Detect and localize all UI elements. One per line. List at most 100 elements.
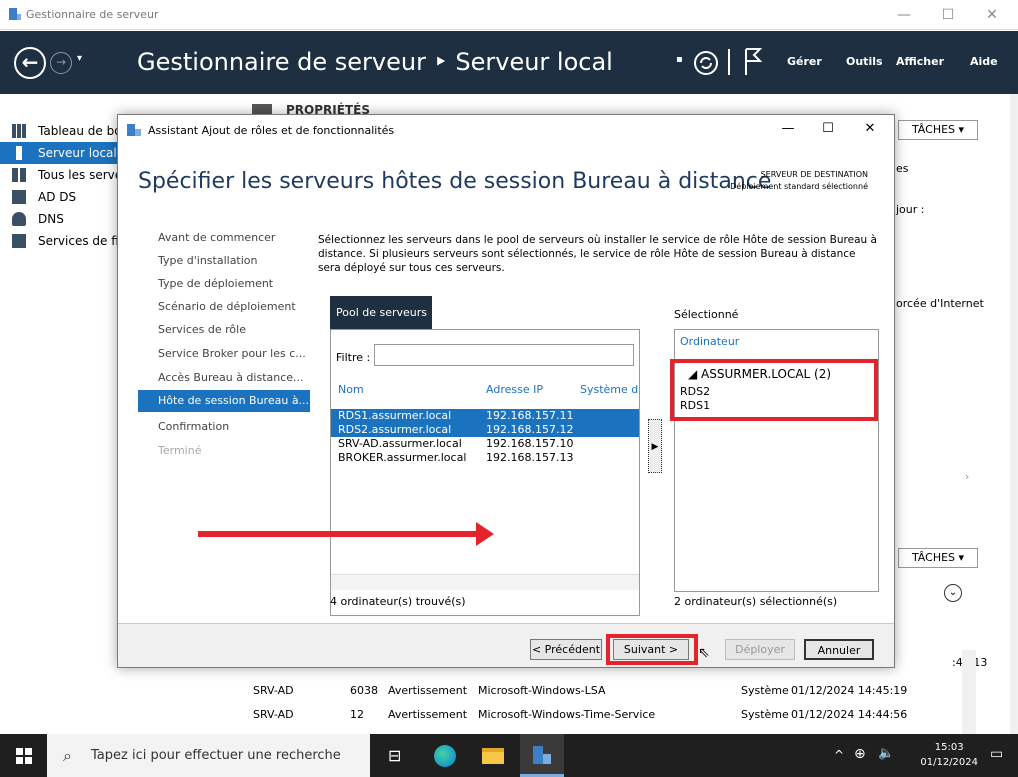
window-titlebar: Gestionnaire de serveur — ☐ ✕ (0, 0, 1018, 30)
nav-item-dns[interactable]: DNS (0, 208, 128, 230)
file-explorer-icon[interactable] (482, 748, 504, 764)
menu-afficher[interactable]: Afficher (896, 55, 944, 68)
step-confirmation[interactable]: Confirmation (158, 420, 229, 433)
tray-chevron-icon[interactable]: ^ (834, 748, 844, 762)
column-computer[interactable]: Ordinateur (680, 335, 739, 348)
column-os[interactable]: Système d (580, 383, 638, 396)
event-row[interactable]: SRV-AD 12 Avertissement Microsoft-Window… (245, 704, 965, 726)
highlight-box (670, 359, 878, 421)
server-name: SRV-AD.assurmer.local (338, 437, 462, 450)
scroll-right-icon[interactable]: › (965, 470, 969, 483)
event-row[interactable]: SRV-AD 6038 Avertissement Microsoft-Wind… (245, 680, 965, 702)
system-clock[interactable]: 15:03 01/12/2024 (920, 740, 978, 770)
dialog-maximize-button[interactable]: ☐ (808, 115, 848, 143)
server-row[interactable]: RDS1.assurmer.local 192.168.157.11 (331, 409, 639, 423)
step-role-services[interactable]: Services de rôle (158, 323, 246, 336)
server-pool-panel (330, 329, 640, 616)
nav-item-dashboard[interactable]: Tableau de bord (0, 120, 128, 142)
server-manager-taskbar-icon (533, 746, 551, 764)
nav-item-ad-ds[interactable]: AD DS (0, 186, 128, 208)
column-name[interactable]: Nom (338, 383, 364, 396)
event-date: 01/12/2024 14:44:56 (791, 708, 908, 721)
back-arrow-icon[interactable]: ← (14, 47, 46, 79)
forward-arrow-icon[interactable]: → (50, 52, 72, 74)
chevron-down-icon[interactable]: ▪ (676, 54, 683, 65)
step-installation-type[interactable]: Type d'installation (158, 254, 258, 267)
event-level: Avertissement (388, 708, 468, 721)
windows-start-icon[interactable] (16, 748, 32, 764)
notification-center-icon[interactable]: ▭ (990, 746, 1003, 762)
volume-muted-icon[interactable]: 🔈 (878, 746, 894, 761)
selected-count: 2 ordinateur(s) sélectionné(s) (674, 595, 838, 608)
dest-label: SERVEUR DE DESTINATION (760, 170, 868, 179)
event-source: Microsoft-Windows-Time-Service (478, 708, 656, 721)
event-id: 6038 (350, 684, 378, 697)
dialog-minimize-button[interactable]: — (768, 115, 808, 143)
minimize-button[interactable]: — (882, 0, 926, 30)
server-row[interactable]: BROKER.assurmer.local 192.168.157.13 (331, 451, 639, 465)
history-dropdown-icon[interactable]: ▾ (77, 53, 82, 64)
cancel-button[interactable]: Annuler (804, 639, 874, 660)
server-name: RDS1.assurmer.local (338, 409, 452, 422)
next-highlight-box (606, 634, 698, 665)
server-ip: 192.168.157.10 (486, 437, 574, 450)
maximize-button[interactable]: ☐ (926, 0, 970, 30)
taskbar-search-box[interactable]: ⌕ Tapez ici pour effectuer une recherche (47, 734, 370, 777)
step-deployment-type[interactable]: Type de déploiement (158, 277, 273, 290)
nav-item-file-services[interactable]: Services de fichiers (0, 230, 128, 252)
header-divider (728, 49, 730, 75)
red-arrow-head-icon (476, 522, 494, 546)
ad-ds-icon (12, 190, 26, 204)
close-button[interactable]: ✕ (970, 0, 1014, 30)
pool-horizontal-scrollbar[interactable] (331, 574, 639, 590)
event-date: 01/12/2024 14:45:19 (791, 684, 908, 697)
menu-outils[interactable]: Outils (846, 55, 883, 68)
clock-date: 01/12/2024 (920, 757, 978, 768)
step-before-you-begin[interactable]: Avant de commencer (158, 231, 275, 244)
breadcrumb: Gestionnaire de serveur ‣ Serveur local (137, 48, 613, 76)
dest-value: Déploiement standard sélectionné (730, 182, 868, 191)
main-scrollbar[interactable] (1010, 94, 1018, 734)
props-text-2: jour : (896, 203, 925, 216)
step-connection-broker[interactable]: Service Broker pour les c... (158, 347, 306, 360)
expand-circle-icon[interactable]: ⌄ (944, 584, 962, 602)
tasks-dropdown-top[interactable]: TÂCHES ▾ (898, 120, 978, 140)
server-ip: 192.168.157.11 (486, 409, 574, 422)
step-session-host[interactable]: Hôte de session Bureau à... (138, 390, 310, 412)
refresh-icon[interactable] (692, 49, 720, 77)
nav-item-all-servers[interactable]: Tous les serveurs (0, 164, 128, 186)
selected-label: Sélectionné (674, 308, 739, 321)
dialog-close-button[interactable]: ✕ (850, 115, 890, 143)
previous-button[interactable]: < Précédent (530, 639, 602, 660)
server-row[interactable]: RDS2.assurmer.local 192.168.157.12 (331, 423, 639, 437)
menu-gerer[interactable]: Gérer (787, 55, 822, 68)
event-level: Avertissement (388, 684, 468, 697)
column-ip[interactable]: Adresse IP (486, 383, 543, 396)
server-manager-taskbar-button[interactable] (520, 734, 564, 777)
dashboard-icon (12, 124, 26, 138)
window-title: Gestionnaire de serveur (26, 8, 159, 21)
red-arrow-shaft (198, 531, 478, 537)
nav-item-local-server[interactable]: Serveur local (0, 142, 128, 164)
step-deployment-scenario[interactable]: Scénario de déploiement (158, 300, 296, 313)
nav-label: Tous les serveurs (38, 168, 128, 182)
edge-icon[interactable] (434, 745, 456, 767)
pool-count: 4 ordinateur(s) trouvé(s) (330, 595, 466, 608)
filter-input[interactable] (374, 344, 634, 366)
menu-aide[interactable]: Aide (970, 55, 998, 68)
nav-label: AD DS (38, 190, 77, 204)
server-pool-tab[interactable]: Pool de serveurs (330, 296, 432, 329)
step-web-access[interactable]: Accès Bureau à distance... (158, 371, 304, 384)
add-arrow-button[interactable]: ▶ (648, 419, 662, 473)
tasks-dropdown-events[interactable]: TÂCHES ▾ (898, 548, 978, 568)
notifications-flag-icon[interactable] (744, 47, 762, 77)
taskbar: ⌕ Tapez ici pour effectuer une recherche… (0, 734, 1018, 777)
event-log: Système (741, 708, 789, 721)
task-view-icon[interactable]: ⊟ (388, 746, 401, 765)
props-text-1: es (896, 162, 909, 175)
wizard-icon (127, 124, 141, 136)
step-complete: Terminé (158, 444, 202, 457)
network-icon[interactable]: ⊕ (854, 746, 866, 762)
server-row[interactable]: SRV-AD.assurmer.local 192.168.157.10 (331, 437, 639, 451)
dialog-title: Assistant Ajout de rôles et de fonctionn… (148, 124, 395, 137)
